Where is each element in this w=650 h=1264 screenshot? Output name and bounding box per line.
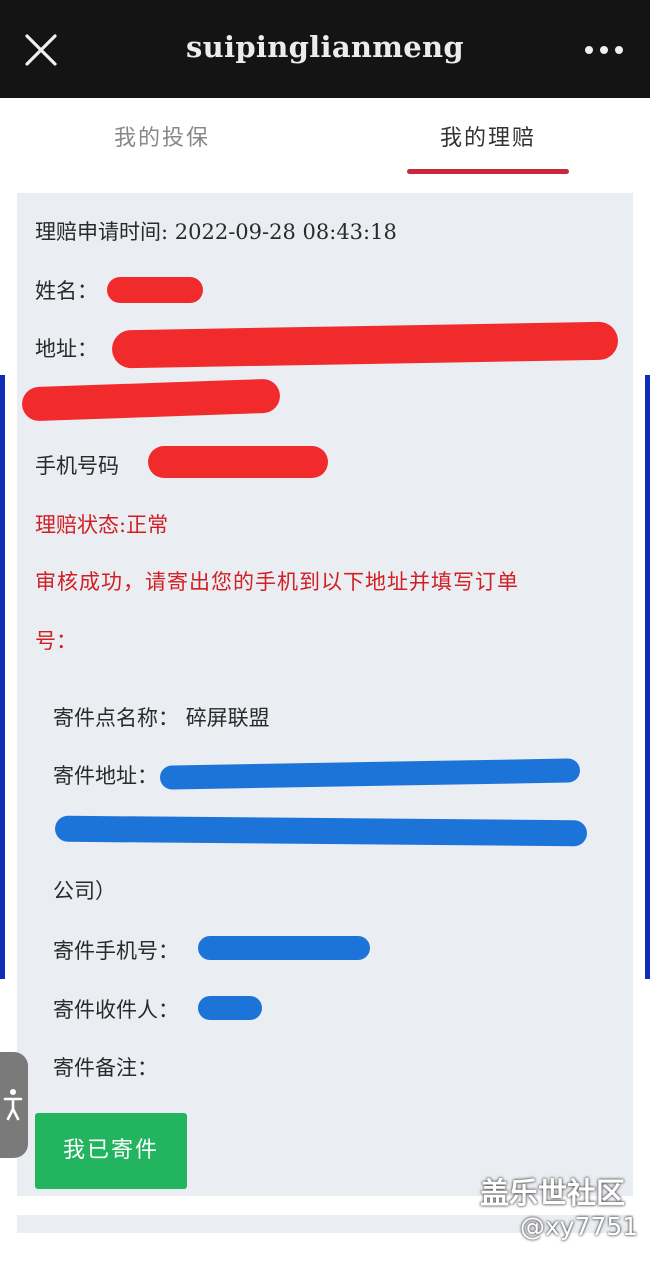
claim-status-value: 正常 — [126, 513, 169, 537]
active-tab-indicator — [407, 169, 569, 174]
shipping-point-value: 碎屏联盟 — [185, 706, 270, 730]
shipping-phone-label: 寄件手机号： — [53, 939, 179, 963]
tab-bar: 我的投保 我的理赔 — [0, 98, 650, 178]
watermark-handle: @xy7751 — [520, 1212, 639, 1241]
more-icon[interactable] — [584, 40, 624, 60]
tab-my-claims[interactable]: 我的理赔 — [440, 120, 536, 152]
shipping-address-redaction-2 — [54, 815, 588, 847]
watermark-name: 盖乐世社区 — [480, 1176, 626, 1210]
claim-time-label: 理赔申请时间: — [35, 220, 169, 244]
review-message-line-2: 号： — [35, 629, 77, 653]
phone-redaction — [148, 446, 328, 478]
claim-time-value: 2022-09-28 08:43:18 — [174, 220, 397, 244]
shipping-phone-redaction — [198, 936, 370, 960]
shipping-receiver-redaction — [198, 996, 262, 1020]
scroll-edge-right — [645, 375, 650, 979]
scroll-edge-left — [0, 375, 5, 979]
title-bar: suipinglianmeng — [0, 0, 650, 98]
tab-my-insurance[interactable]: 我的投保 — [114, 120, 210, 152]
address-label: 地址： — [35, 337, 98, 361]
shipping-point: 寄件点名称： 碎屏联盟 — [53, 702, 270, 732]
shipping-notes-label: 寄件备注： — [53, 1056, 158, 1080]
accessibility-handle[interactable] — [0, 1052, 28, 1158]
shipping-address-label: 寄件地址： — [53, 764, 158, 788]
review-message-line-1: 审核成功，请寄出您的手机到以下地址并填写订单 — [35, 570, 519, 594]
i-have-mailed-button[interactable]: 我已寄件 — [35, 1113, 187, 1189]
claim-status: 理赔状态:正常 — [35, 509, 168, 539]
name-label: 姓名： — [35, 279, 98, 303]
accessibility-icon — [3, 1089, 23, 1121]
claim-time: 理赔申请时间: 2022-09-28 08:43:18 — [35, 216, 397, 246]
phone-label: 手机号码 — [35, 454, 119, 478]
name-redaction — [107, 277, 203, 303]
shipping-receiver-label: 寄件收件人： — [53, 998, 179, 1022]
claim-status-label: 理赔状态: — [35, 513, 127, 537]
shipping-point-label: 寄件点名称： — [53, 706, 179, 730]
shipping-address-tail: 公司） — [53, 879, 116, 903]
page-title: suipinglianmeng — [186, 30, 464, 64]
